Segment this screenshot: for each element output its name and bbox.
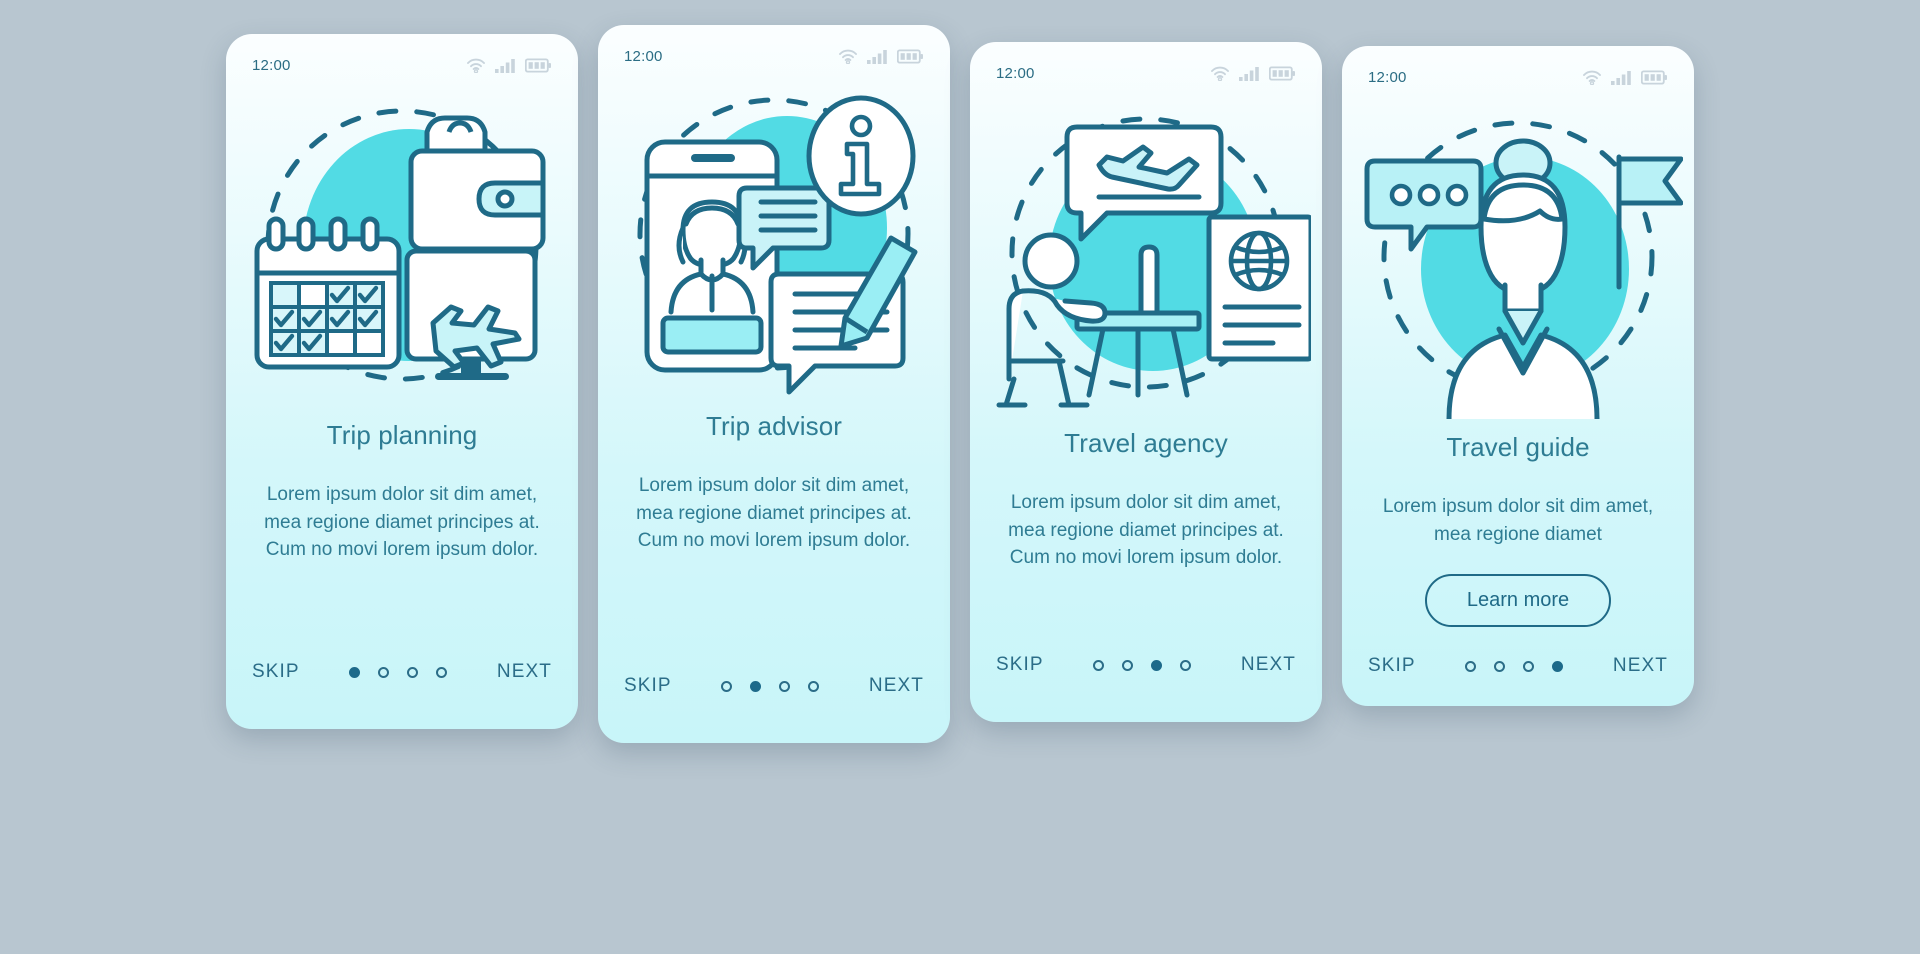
pagination-dot-2[interactable] (1494, 660, 1506, 672)
trip-planning-illustration (226, 82, 578, 412)
pagination-dot-4[interactable] (1552, 660, 1564, 672)
pagination-dot-3[interactable] (1523, 660, 1535, 672)
pagination-dot-2[interactable] (750, 680, 762, 692)
pagination-dots (721, 680, 820, 692)
pagination-dot-4[interactable] (1180, 659, 1192, 671)
pagination-dot-1[interactable] (1465, 660, 1477, 672)
wifi-icon (1582, 70, 1602, 85)
skip-button[interactable]: SKIP (624, 675, 672, 697)
skip-button[interactable]: SKIP (252, 661, 300, 683)
pagination-dot-1[interactable] (721, 680, 733, 692)
status-bar: 12:00 (970, 42, 1322, 90)
pagination-dot-1[interactable] (349, 666, 361, 678)
screen-content: Travel guide Lorem ipsum dolor sit dim a… (1342, 424, 1694, 628)
wifi-icon (1210, 66, 1230, 81)
onboarding-screen-trip-advisor: 12:00 Trip advisor Lorem ipsum dolor sit… (598, 25, 950, 743)
next-button[interactable]: NEXT (869, 675, 924, 697)
pagination-dot-4[interactable] (808, 680, 820, 692)
onboarding-screen-travel-guide: 12:00 Travel guide Lorem ipsum dolor sit… (1342, 46, 1694, 706)
travel-guide-illustration (1342, 94, 1694, 424)
pagination-dots (1093, 659, 1192, 671)
onboarding-screens-board: 12:00 Trip planning Lorem ipsum dolor si… (0, 0, 1920, 954)
next-button[interactable]: NEXT (497, 661, 552, 683)
pagination-dot-3[interactable] (1151, 659, 1163, 671)
status-icon-group (838, 49, 924, 64)
learn-more-button[interactable]: Learn more (1424, 574, 1612, 628)
status-clock: 12:00 (1368, 68, 1407, 86)
screen-content: Trip planning Lorem ipsum dolor sit dim … (226, 412, 578, 633)
screen-content: Trip advisor Lorem ipsum dolor sit dim a… (598, 403, 950, 647)
signal-bars-icon (867, 49, 888, 64)
skip-button[interactable]: SKIP (1368, 655, 1416, 677)
trip-advisor-illustration (598, 73, 950, 403)
page-description: Lorem ipsum dolor sit dim amet, mea regi… (636, 475, 912, 552)
page-description: Lorem ipsum dolor sit dim amet, mea regi… (1382, 496, 1654, 545)
onboarding-footer: SKIP NEXT (1342, 627, 1694, 706)
status-icon-group (1210, 66, 1296, 81)
onboarding-footer: SKIP NEXT (970, 626, 1322, 722)
page-description: Lorem ipsum dolor sit dim amet, mea regi… (264, 484, 540, 561)
status-icon-group (466, 58, 552, 73)
onboarding-screen-trip-planning: 12:00 Trip planning Lorem ipsum dolor si… (226, 34, 578, 729)
signal-bars-icon (1239, 66, 1260, 81)
status-bar: 12:00 (598, 25, 950, 73)
pagination-dot-2[interactable] (378, 666, 390, 678)
status-bar: 12:00 (226, 34, 578, 82)
onboarding-screen-travel-agency: 12:00 Travel agency Lorem ipsum dolor si… (970, 42, 1322, 722)
pagination-dot-4[interactable] (436, 666, 448, 678)
status-bar: 12:00 (1342, 46, 1694, 94)
next-button[interactable]: NEXT (1241, 654, 1296, 676)
page-description: Lorem ipsum dolor sit dim amet, mea regi… (1008, 492, 1284, 569)
status-clock: 12:00 (624, 47, 663, 65)
screen-content: Travel agency Lorem ipsum dolor sit dim … (970, 420, 1322, 626)
next-button[interactable]: NEXT (1613, 655, 1668, 677)
signal-bars-icon (1611, 70, 1632, 85)
pagination-dot-3[interactable] (779, 680, 791, 692)
travel-agency-illustration (970, 90, 1322, 420)
status-clock: 12:00 (996, 64, 1035, 82)
battery-icon (1641, 70, 1668, 85)
page-title: Trip advisor (705, 411, 843, 441)
onboarding-footer: SKIP NEXT (226, 633, 578, 729)
pagination-dots (1465, 660, 1564, 672)
page-title: Travel agency (1064, 428, 1228, 458)
status-icon-group (1582, 70, 1668, 85)
wifi-icon (838, 49, 858, 64)
page-title: Travel guide (1446, 432, 1590, 462)
pagination-dot-2[interactable] (1122, 659, 1134, 671)
battery-icon (897, 49, 924, 64)
skip-button[interactable]: SKIP (996, 654, 1044, 676)
battery-icon (525, 58, 552, 73)
pagination-dots (349, 666, 448, 678)
wifi-icon (466, 58, 486, 73)
signal-bars-icon (495, 58, 516, 73)
page-title: Trip planning (326, 420, 478, 450)
status-clock: 12:00 (252, 56, 291, 74)
battery-icon (1269, 66, 1296, 81)
pagination-dot-1[interactable] (1093, 659, 1105, 671)
onboarding-footer: SKIP NEXT (598, 647, 950, 743)
pagination-dot-3[interactable] (407, 666, 419, 678)
